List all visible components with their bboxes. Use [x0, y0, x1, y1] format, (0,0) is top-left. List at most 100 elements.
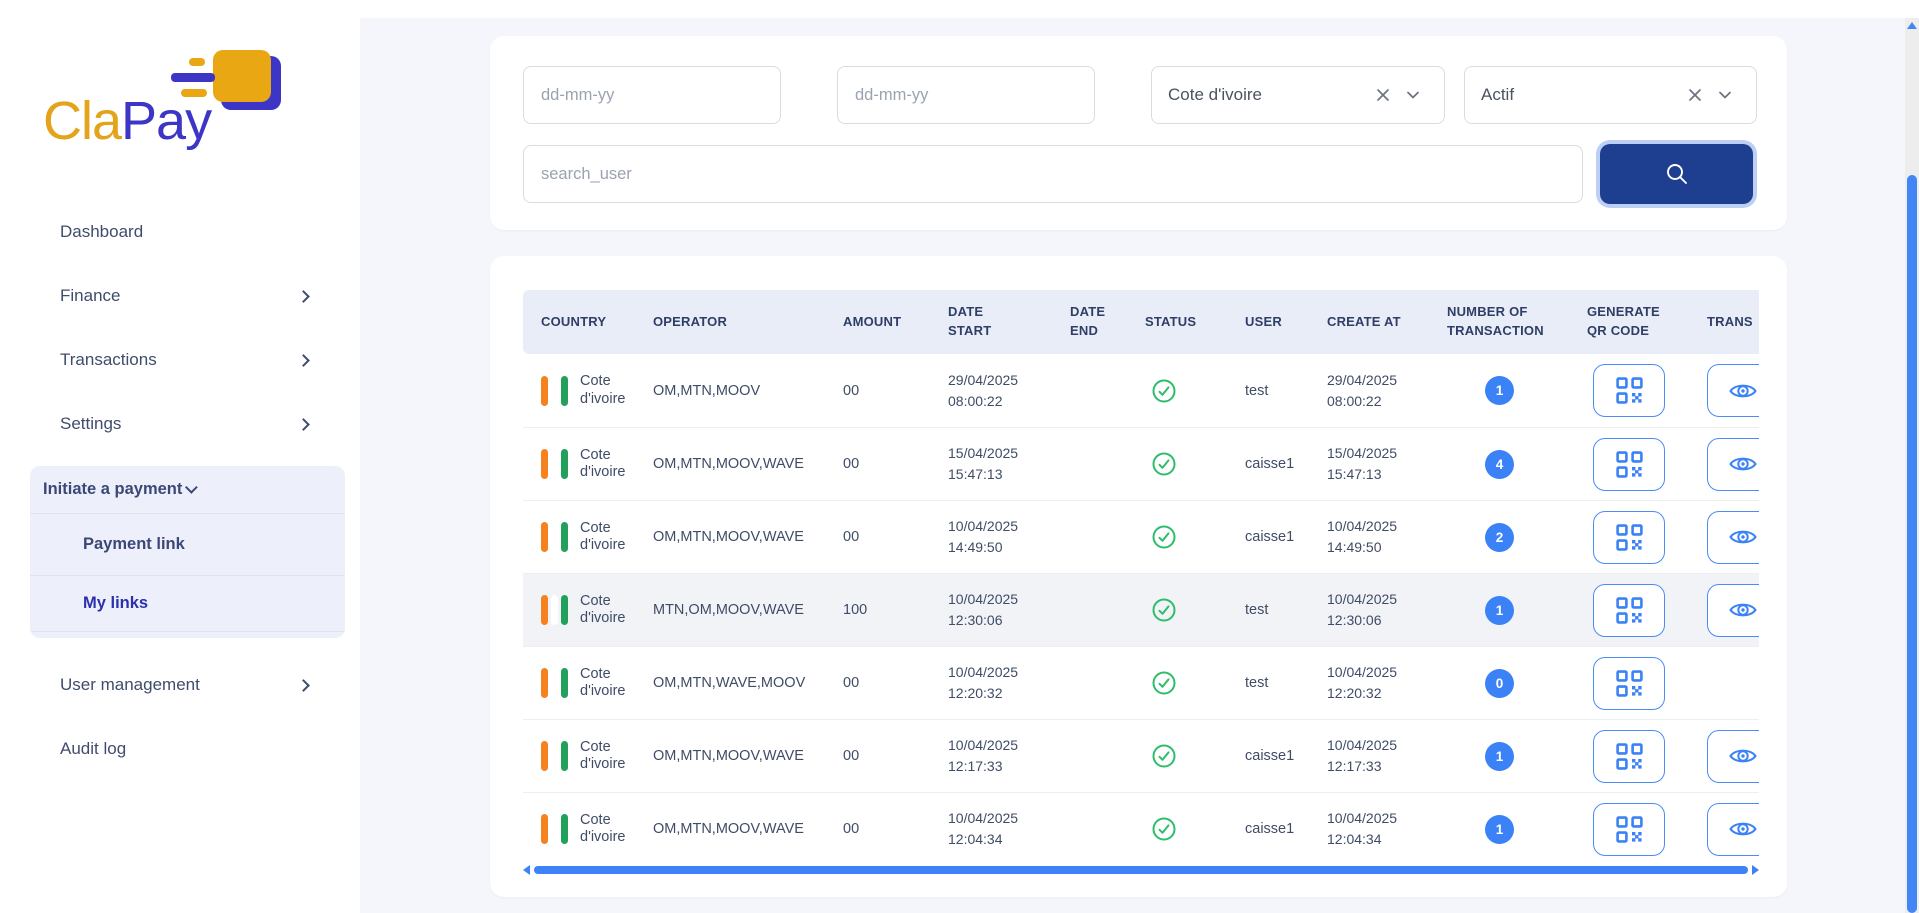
- generate-qr-button[interactable]: [1593, 584, 1665, 637]
- date-start-value: 29/04/202508:00:22: [948, 370, 1018, 412]
- amount-cell: 00: [843, 675, 948, 691]
- qr-code-icon: [1616, 597, 1643, 624]
- create-at-cell: 10/04/202512:04:34: [1327, 808, 1447, 850]
- generate-qr-button[interactable]: [1593, 730, 1665, 783]
- date-start-cell: 10/04/202514:49:50: [948, 516, 1070, 558]
- date-start-input[interactable]: [523, 66, 781, 124]
- generate-qr-button[interactable]: [1593, 657, 1665, 710]
- transactions-cell: [1707, 803, 1759, 856]
- create-at-value: 10/04/202512:04:34: [1327, 808, 1397, 850]
- country-cell: Cote d'ivoire: [523, 593, 653, 628]
- country-select[interactable]: Cote d'ivoire: [1151, 66, 1445, 124]
- country-name: Cote d'ivoire: [580, 666, 641, 701]
- sidebar-item-initiate-a-payment[interactable]: Initiate a payment: [30, 466, 345, 514]
- operator-cell: OM,MTN,MOOV,WAVE: [653, 821, 843, 837]
- clear-icon[interactable]: [1368, 80, 1398, 110]
- sidebar-item-finance[interactable]: Finance: [0, 264, 360, 328]
- eye-icon: [1728, 818, 1758, 840]
- view-transactions-button[interactable]: [1707, 730, 1759, 783]
- status-success-check-icon: [1151, 670, 1177, 696]
- country-cell: Cote d'ivoire: [523, 447, 653, 482]
- column-header-status: STATUS: [1145, 290, 1245, 354]
- status-success-check-icon: [1151, 378, 1177, 404]
- sidebar-item-user-management[interactable]: User management: [0, 653, 360, 717]
- transaction-count-badge[interactable]: 1: [1485, 815, 1514, 844]
- chevron-down-icon[interactable]: [1398, 80, 1428, 110]
- amount-cell: 00: [843, 821, 948, 837]
- transaction-count-badge[interactable]: 4: [1485, 450, 1514, 479]
- vertical-scrollbar-thumb[interactable]: [1907, 175, 1917, 913]
- date-start-value: 10/04/202512:20:32: [948, 662, 1018, 704]
- brand-name: ClaPay: [43, 90, 211, 152]
- generate-qr-cell: [1587, 803, 1707, 856]
- eye-icon: [1728, 526, 1758, 548]
- scroll-left-arrow-icon[interactable]: [523, 865, 530, 875]
- generate-qr-button[interactable]: [1593, 438, 1665, 491]
- view-transactions-button[interactable]: [1707, 364, 1759, 417]
- date-start-cell: 10/04/202512:04:34: [948, 808, 1070, 850]
- country-cell: Cote d'ivoire: [523, 373, 653, 408]
- transaction-count-badge[interactable]: 0: [1485, 669, 1514, 698]
- transaction-count-cell: 1: [1447, 596, 1587, 625]
- eye-icon: [1728, 745, 1758, 767]
- user-cell: caisse1: [1245, 456, 1327, 472]
- column-header-amount: AMOUNT: [843, 290, 948, 354]
- date-start-cell: 10/04/202512:17:33: [948, 735, 1070, 777]
- search-user-input[interactable]: [523, 145, 1583, 203]
- country-cell: Cote d'ivoire: [523, 520, 653, 555]
- country-name: Cote d'ivoire: [580, 812, 641, 847]
- transaction-count-badge[interactable]: 1: [1485, 596, 1514, 625]
- transaction-count-cell: 2: [1447, 523, 1587, 552]
- generate-qr-button[interactable]: [1593, 364, 1665, 417]
- search-button[interactable]: [1600, 144, 1753, 204]
- status-cell: [1145, 743, 1245, 769]
- chevron-down-icon[interactable]: [1710, 80, 1740, 110]
- view-transactions-button[interactable]: [1707, 511, 1759, 564]
- view-transactions-button[interactable]: [1707, 438, 1759, 491]
- horizontal-scrollbar-thumb[interactable]: [534, 866, 1748, 874]
- status-cell: [1145, 816, 1245, 842]
- sidebar: ClaPay Dashboard Finance Transactions Se…: [0, 0, 360, 913]
- chevron-down-icon: [185, 481, 198, 494]
- eye-icon: [1728, 599, 1758, 621]
- sidebar-item-settings[interactable]: Settings: [0, 392, 360, 456]
- clear-icon[interactable]: [1680, 80, 1710, 110]
- view-transactions-button[interactable]: [1707, 803, 1759, 856]
- amount-cell: 00: [843, 456, 948, 472]
- transaction-count-badge[interactable]: 2: [1485, 523, 1514, 552]
- transaction-count-badge[interactable]: 1: [1485, 376, 1514, 405]
- scroll-right-arrow-icon[interactable]: [1752, 865, 1759, 875]
- column-header-operator: OPERATOR: [653, 290, 843, 354]
- create-at-cell: 10/04/202514:49:50: [1327, 516, 1447, 558]
- date-start-cell: 29/04/202508:00:22: [948, 370, 1070, 412]
- sidebar-item-my-links[interactable]: My links: [30, 576, 345, 632]
- view-transactions-button[interactable]: [1707, 584, 1759, 637]
- sidebar-item-payment-link[interactable]: Payment link: [30, 514, 345, 576]
- generate-qr-button[interactable]: [1593, 803, 1665, 856]
- qr-code-icon: [1616, 524, 1643, 551]
- country-select-value: Cote d'ivoire: [1168, 85, 1368, 105]
- sidebar-item-dashboard[interactable]: Dashboard: [0, 200, 360, 264]
- status-select[interactable]: Actif: [1464, 66, 1757, 124]
- cote-divoire-flag-icon: [541, 595, 568, 625]
- horizontal-scrollbar: [523, 865, 1759, 875]
- qr-code-icon: [1616, 816, 1643, 843]
- operator-cell: OM,MTN,MOOV,WAVE: [653, 529, 843, 545]
- page: ClaPay Dashboard Finance Transactions Se…: [0, 0, 1919, 913]
- sidebar-item-audit-log[interactable]: Audit log: [0, 717, 360, 781]
- column-header-country: COUNTRY: [523, 290, 653, 354]
- generate-qr-button[interactable]: [1593, 511, 1665, 564]
- create-at-value: 10/04/202514:49:50: [1327, 516, 1397, 558]
- qr-code-icon: [1616, 743, 1643, 770]
- logo-speed-dash-icon: [189, 58, 205, 66]
- date-end-input[interactable]: [837, 66, 1095, 124]
- scroll-up-arrow-icon[interactable]: [1907, 22, 1917, 29]
- qr-code-icon: [1616, 670, 1643, 697]
- date-start-cell: 10/04/202512:30:06: [948, 589, 1070, 631]
- status-cell: [1145, 670, 1245, 696]
- sidebar-item-transactions[interactable]: Transactions: [0, 328, 360, 392]
- transaction-count-badge[interactable]: 1: [1485, 742, 1514, 771]
- country-name: Cote d'ivoire: [580, 373, 641, 408]
- create-at-cell: 10/04/202512:20:32: [1327, 662, 1447, 704]
- eye-icon: [1728, 453, 1758, 475]
